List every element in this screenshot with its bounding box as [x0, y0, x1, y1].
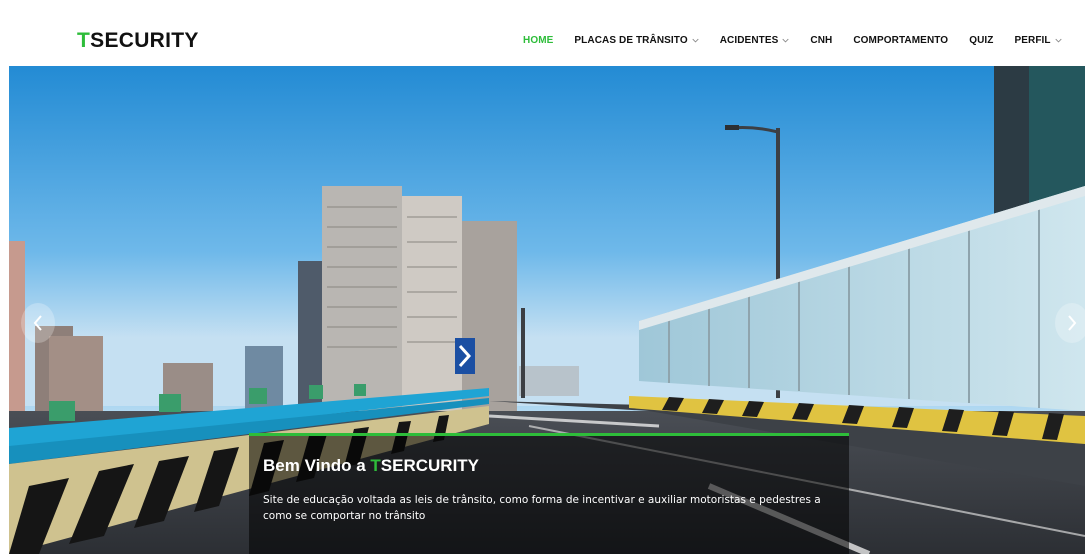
hero-title-rest: SERCURITY	[380, 456, 480, 475]
nav-item-home[interactable]: HOME	[523, 35, 553, 46]
nav-item-label: PERFIL	[1014, 34, 1051, 46]
brand-logo-text: SECURITY	[90, 29, 199, 52]
nav-item-cnh[interactable]: CNH	[810, 35, 832, 46]
nav-item-placas-de-transito[interactable]: PLACAS DE TRÂNSITO	[574, 34, 699, 46]
nav-item-label: CNH	[810, 34, 833, 46]
chevron-down-icon	[1055, 37, 1062, 44]
hero-caption-text: Site de educação voltada as leis de trân…	[263, 494, 821, 522]
nav-item-acidentes[interactable]: ACIDENTES	[720, 35, 790, 46]
nav-item-perfil[interactable]: PERFIL	[1014, 34, 1062, 46]
slider-next-button[interactable]	[1055, 303, 1085, 343]
site-header: TSECURITY HOME PLACAS DE TRÂNSITO ACIDEN…	[0, 0, 1085, 66]
hero-caption-title: Bem Vindo a TSERCURITY	[263, 456, 479, 476]
brand-logo-accent: T	[77, 29, 91, 52]
nav-item-label: HOME	[523, 34, 554, 46]
chevron-down-icon	[692, 37, 699, 44]
chevron-right-icon	[1068, 315, 1077, 331]
nav-item-quiz[interactable]: QUIZ	[969, 35, 993, 46]
chevron-left-icon	[33, 315, 42, 331]
main-nav: HOME PLACAS DE TRÂNSITO ACIDENTES CNH CO…	[523, 33, 1062, 47]
nav-item-label: COMPORTAMENTO	[853, 34, 949, 46]
brand-logo[interactable]: TSECURITY	[77, 29, 199, 53]
hero-title-prefix: Bem Vindo a	[263, 456, 371, 475]
chevron-down-icon	[782, 37, 790, 44]
nav-item-label: ACIDENTES	[719, 34, 779, 46]
slider-prev-button[interactable]	[21, 303, 55, 343]
nav-item-label: PLACAS DE TRÂNSITO	[574, 34, 688, 46]
nav-item-comportamento[interactable]: COMPORTAMENTO	[853, 35, 948, 46]
hero-title-accent: T	[370, 456, 381, 475]
hero-caption: Bem Vindo a TSERCURITY Site de educação …	[249, 433, 849, 554]
hero-slider: Bem Vindo a TSERCURITY Site de educação …	[9, 66, 1085, 554]
nav-item-label: QUIZ	[969, 34, 994, 46]
